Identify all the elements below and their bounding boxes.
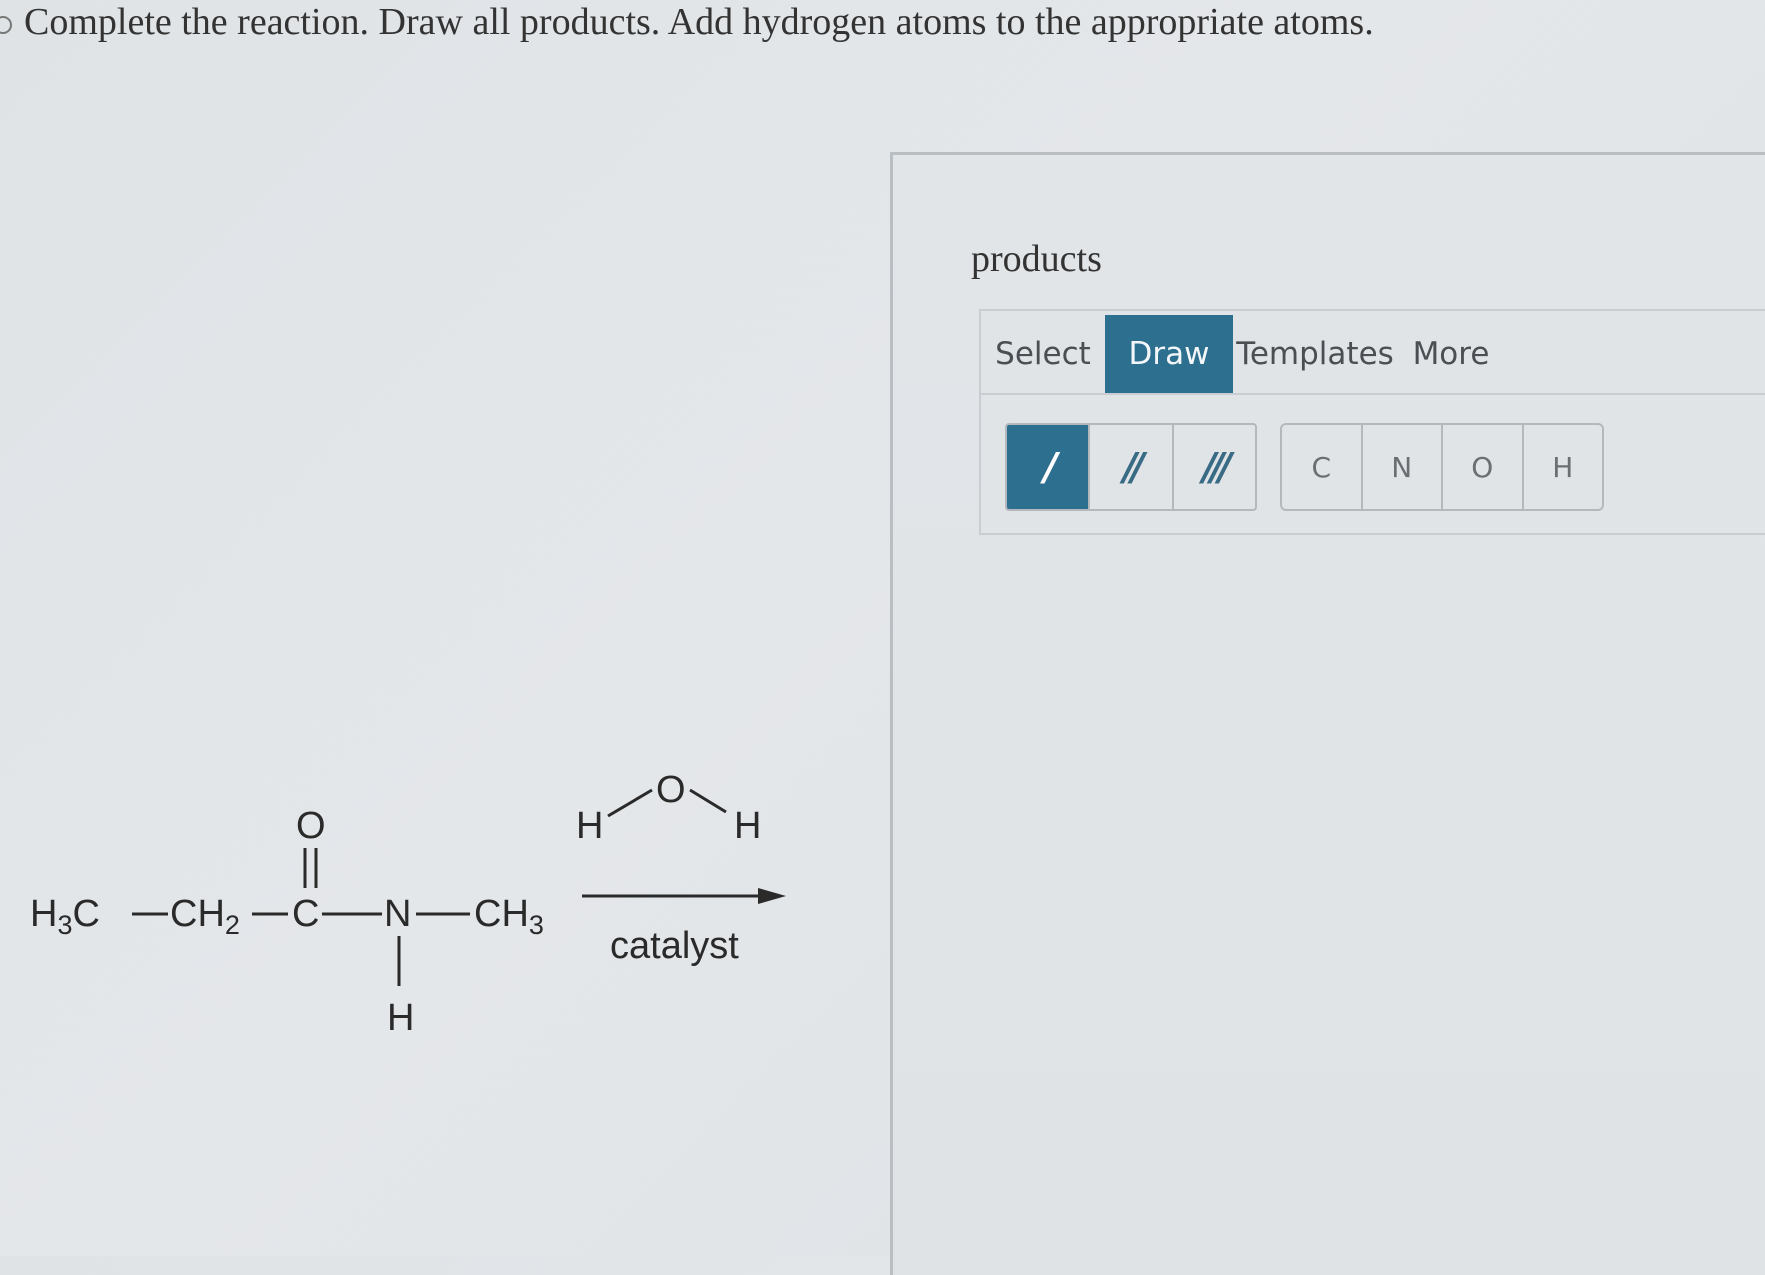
oxygen-atom-button[interactable]: O: [1443, 425, 1524, 509]
tab-more[interactable]: More: [1397, 315, 1505, 393]
atom-tool-group: C N O H: [1280, 423, 1604, 511]
tab-select[interactable]: Select: [981, 315, 1105, 393]
hydrogen-atom-button[interactable]: H: [1524, 425, 1603, 509]
reactant-ch2: CH2: [170, 893, 240, 940]
reaction-condition: catalyst: [610, 925, 739, 967]
editor-tabbar: Select Draw Templates More: [981, 311, 1765, 395]
tab-templates[interactable]: Templates: [1233, 315, 1397, 393]
tab-draw[interactable]: Draw: [1105, 315, 1233, 393]
reactant-nh-hydrogen: H: [387, 997, 414, 1039]
bond-h-o-left: [607, 788, 653, 818]
answer-panel: products Select Draw Templates More / //…: [890, 152, 1765, 1275]
reactant-ch3: CH3: [474, 893, 544, 940]
reactant-carbonyl-oxygen: O: [296, 805, 326, 847]
question-instruction: Complete the reaction. Draw all products…: [24, 1, 1374, 43]
reactant-nitrogen: N: [384, 893, 411, 935]
reactant-carbonyl-carbon: C: [292, 893, 319, 935]
molecule-editor: Select Draw Templates More / // /// C N …: [979, 309, 1765, 535]
water-oxygen: O: [656, 769, 686, 811]
reaction-drawing: H3C CH2 C O N CH3 H H O H catalyst: [30, 769, 786, 1039]
reaction-scheme: H3C CH2 C O N CH3 H H O H catalyst: [20, 740, 880, 1060]
double-bond-button[interactable]: //: [1090, 425, 1174, 509]
triple-bond-button[interactable]: ///: [1174, 425, 1255, 509]
bond-o-h-right: [689, 788, 727, 814]
panel-title: products: [971, 238, 1102, 280]
water-h-right: H: [734, 805, 761, 847]
reaction-arrow-head: [758, 888, 786, 904]
reactant-h3c: H3C: [30, 893, 100, 940]
carbon-atom-button[interactable]: C: [1282, 425, 1363, 509]
bullet-icon: [0, 16, 12, 34]
water-h-left: H: [576, 805, 603, 847]
nitrogen-atom-button[interactable]: N: [1363, 425, 1443, 509]
bond-tool-group: / // ///: [1005, 423, 1257, 511]
single-bond-button[interactable]: /: [1007, 425, 1091, 509]
